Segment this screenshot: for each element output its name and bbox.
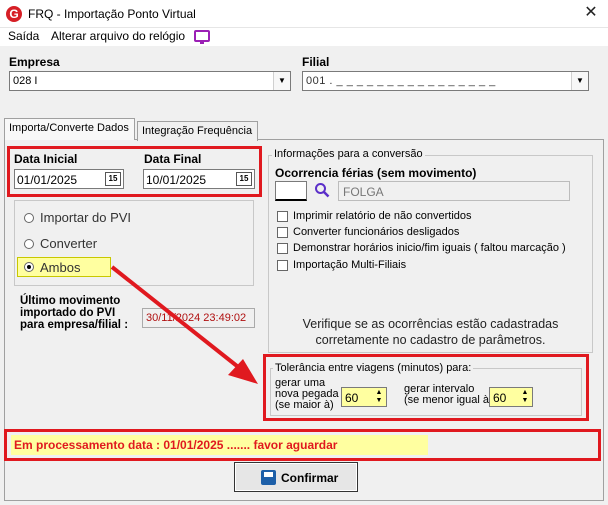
status-bar: Em processamento data : 01/01/2025 .....… (11, 435, 428, 455)
save-icon (261, 470, 276, 485)
status-text: Em processamento data : 01/01/2025 .....… (14, 438, 338, 452)
confirm-button[interactable]: Confirmar (234, 462, 358, 492)
confirm-label: Confirmar (281, 471, 339, 485)
